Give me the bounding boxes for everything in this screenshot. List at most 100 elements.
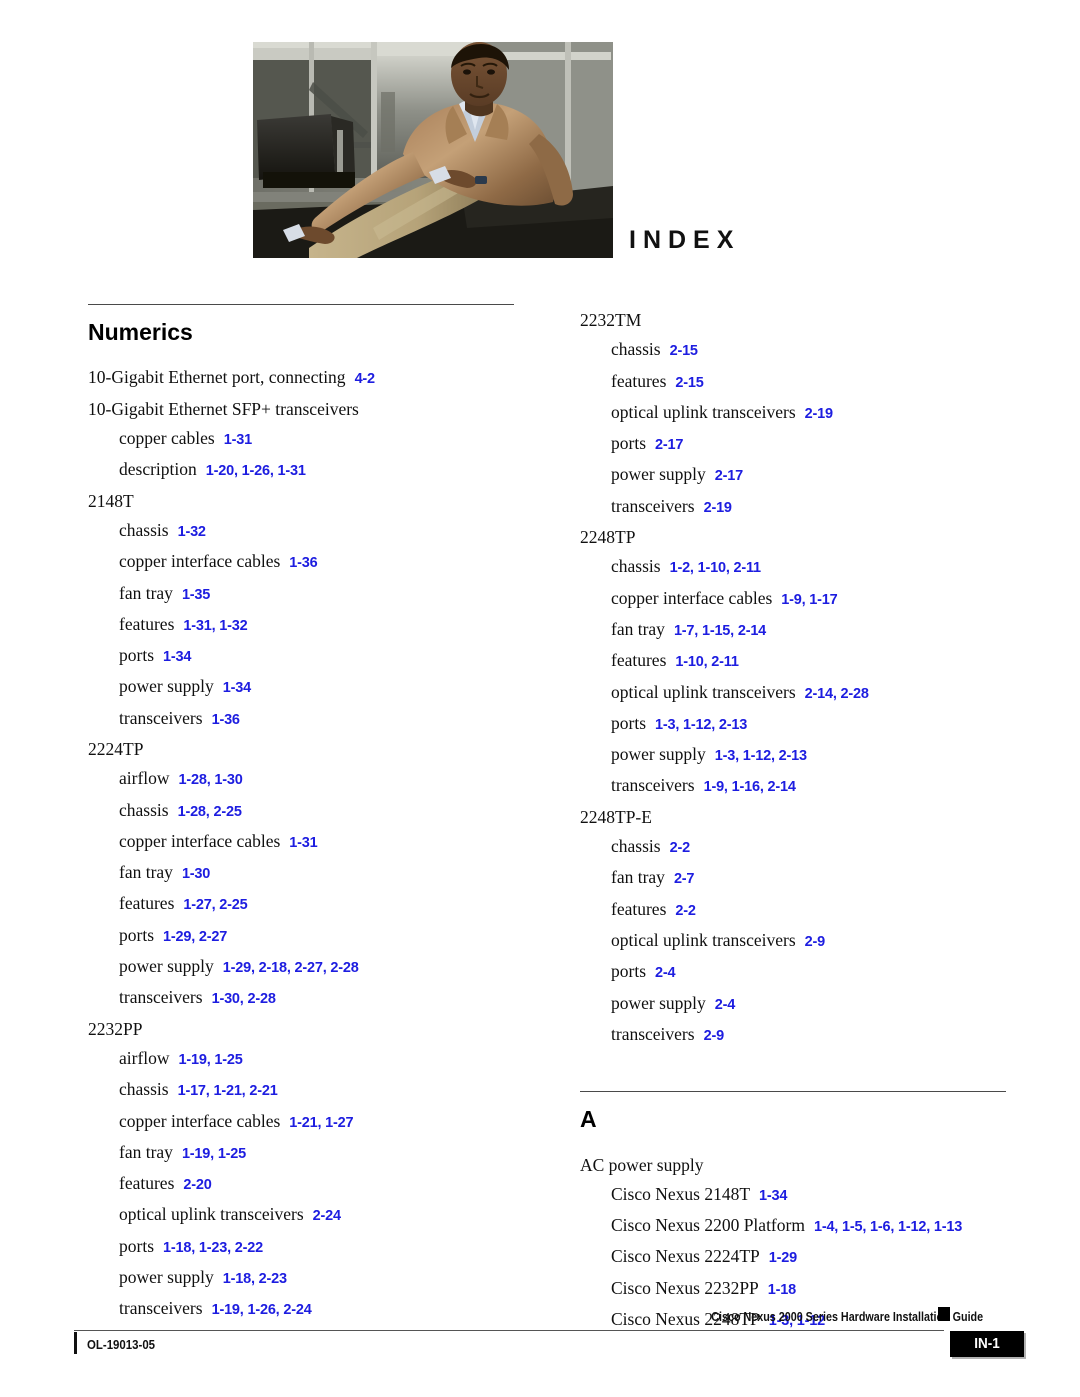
index-entry-page-refs[interactable]: 1-27, 2-25 (183, 897, 247, 913)
index-entry-page-refs[interactable]: 1-36 (212, 712, 240, 728)
index-entry-page-refs[interactable]: 2-4 (715, 997, 736, 1013)
index-entry-term: ports (119, 645, 154, 666)
index-section-numerics-continued: 2232TM chassis 2-15 features 2-15 optical upl… (580, 306, 1013, 1051)
index-entry-term: features (119, 893, 175, 914)
index-entry-page-refs[interactable]: 1-18, 2-23 (223, 1271, 287, 1287)
index-entry-page-refs[interactable]: 2-7 (674, 871, 695, 887)
index-entry-page-refs[interactable]: 2-2 (670, 840, 691, 856)
index-entry-page-refs[interactable]: 1-2, 1-10, 2-11 (670, 560, 762, 576)
index-entry-page-refs[interactable]: 2-20 (183, 1177, 211, 1193)
index-entry: chassis 1-2, 1-10, 2-11 (611, 552, 1013, 583)
index-entry: ports 1-29, 2-27 (119, 921, 521, 952)
index-entry-page-refs[interactable]: 2-15 (675, 375, 703, 391)
index-entry-page-refs[interactable]: 1-28, 2-25 (178, 804, 242, 820)
index-entry: transceivers 1-30, 2-28 (119, 983, 521, 1014)
index-entry: chassis 1-28, 2-25 (119, 796, 521, 827)
index-entry-page-refs[interactable]: 2-17 (655, 437, 683, 453)
section-heading: A (580, 1106, 597, 1133)
index-entry-term: features (611, 898, 667, 919)
index-entry: copper interface cables 1-9, 1-17 (611, 584, 1013, 615)
index-entry-page-refs[interactable]: 2-9 (805, 934, 826, 950)
index-entry-page-refs[interactable]: 1-7, 1-15, 2-14 (674, 623, 766, 639)
index-entry-term: airflow (119, 768, 170, 789)
section-entries: 2232TM chassis 2-15 features 2-15 optical upl… (580, 306, 1013, 1051)
index-entry-page-refs[interactable]: 1-29, 2-18, 2-27, 2-28 (223, 960, 359, 976)
index-entry-term: optical uplink transceivers (119, 1204, 304, 1225)
index-entry-term: 2248TP (580, 527, 636, 548)
index-entry-page-refs[interactable]: 1-19, 1-25 (182, 1146, 246, 1162)
index-entry-term: fan tray (611, 618, 665, 639)
index-entry-page-refs[interactable]: 4-2 (355, 371, 376, 387)
index-entry-term: fan tray (611, 867, 665, 888)
index-entry-term: fan tray (119, 582, 173, 603)
index-entry-page-refs[interactable]: 2-19 (805, 406, 833, 422)
index-entry-page-refs[interactable]: 1-34 (759, 1188, 787, 1204)
index-entry-term: power supply (119, 1267, 214, 1288)
index-entry-page-refs[interactable]: 2-15 (670, 343, 698, 359)
index-entry: transceivers 1-19, 1-26, 2-24 (119, 1294, 521, 1325)
index-entry-term: power supply (119, 956, 214, 977)
section-entries: AC power supply Cisco Nexus 2148T 1-34 Cisc… (580, 1151, 1013, 1337)
index-entry-page-refs[interactable]: 1-18 (768, 1282, 796, 1298)
index-entry-page-refs[interactable]: 1-34 (223, 680, 251, 696)
index-entry-page-refs[interactable]: 1-30 (182, 866, 210, 882)
index-entry: ports 1-3, 1-12, 2-13 (611, 709, 1013, 740)
index-entry-page-refs[interactable]: 1-21, 1-27 (289, 1115, 353, 1131)
index-entry-page-refs[interactable]: 1-31, 1-32 (183, 618, 247, 634)
index-entry: chassis 1-32 (119, 516, 521, 547)
index-entry-page-refs[interactable]: 1-4, 1-5, 1-6, 1-12, 1-13 (814, 1219, 962, 1235)
index-entry: power supply 1-3, 1-12, 2-13 (611, 740, 1013, 771)
footer-document-id: OL-19013-05 (87, 1337, 156, 1352)
index-entry: ports 2-17 (611, 429, 1013, 460)
index-entry: fan tray 1-19, 1-25 (119, 1138, 521, 1169)
index-entry-term: transceivers (119, 987, 203, 1008)
index-entry-page-refs[interactable]: 1-9, 1-16, 2-14 (704, 779, 796, 795)
index-entry-page-refs[interactable]: 1-3, 1-12 (769, 1313, 825, 1329)
footer-left-tick (74, 1332, 77, 1354)
index-entry-page-refs[interactable]: 1-19, 1-26, 2-24 (212, 1302, 312, 1318)
index-entry: fan tray 1-35 (119, 579, 521, 610)
index-entry-term: ports (119, 924, 154, 945)
index-entry: 2248TP (580, 523, 1013, 552)
index-entry-term: copper interface cables (119, 1110, 281, 1131)
index-entry-term: airflow (119, 1047, 170, 1068)
index-entry-page-refs[interactable]: 1-32 (178, 524, 206, 540)
index-entry-page-refs[interactable]: 1-19, 1-25 (179, 1052, 243, 1068)
index-entry-term: 10-Gigabit Ethernet SFP+ transceivers (88, 398, 359, 419)
index-entry-page-refs[interactable]: 2-4 (655, 965, 676, 981)
index-entry: Cisco Nexus 2224TP 1-29 (611, 1242, 1013, 1273)
index-entry-page-refs[interactable]: 1-36 (289, 555, 317, 571)
index-entry-page-refs[interactable]: 2-2 (675, 903, 696, 919)
index-entry-page-refs[interactable]: 2-9 (704, 1028, 725, 1044)
index-entry-page-refs[interactable]: 1-35 (182, 587, 210, 603)
index-entry-page-refs[interactable]: 1-29 (769, 1250, 797, 1266)
index-entry-term: optical uplink transceivers (611, 929, 796, 950)
index-entry-page-refs[interactable]: 1-34 (163, 649, 191, 665)
index-entry-page-refs[interactable]: 1-28, 1-30 (179, 772, 243, 788)
index-entry-page-refs[interactable]: 1-3, 1-12, 2-13 (655, 717, 747, 733)
index-entry-page-refs[interactable]: 1-30, 2-28 (212, 991, 276, 1007)
index-entry-page-refs[interactable]: 2-24 (313, 1208, 341, 1224)
index-entry-page-refs[interactable]: 1-18, 1-23, 2-22 (163, 1240, 263, 1256)
index-entry: fan tray 2-7 (611, 863, 1013, 894)
index-entry-page-refs[interactable]: 1-9, 1-17 (781, 592, 837, 608)
index-entry-term: 10-Gigabit Ethernet port, connecting (88, 367, 346, 388)
index-entry-page-refs[interactable]: 1-10, 2-11 (675, 654, 739, 670)
index-entry-term: features (119, 613, 175, 634)
index-entry: optical uplink transceivers 2-24 (119, 1200, 521, 1231)
index-entry: ports 2-4 (611, 957, 1013, 988)
index-entry-term: fan tray (119, 1141, 173, 1162)
index-entry: chassis 1-17, 1-21, 2-21 (119, 1075, 521, 1106)
index-entry: ports 1-34 (119, 641, 521, 672)
index-entry-page-refs[interactable]: 2-19 (704, 500, 732, 516)
index-entry-page-refs[interactable]: 1-31 (224, 432, 252, 448)
index-entry-page-refs[interactable]: 1-31 (289, 835, 317, 851)
index-entry-term: chassis (611, 836, 661, 857)
index-entry-page-refs[interactable]: 1-29, 2-27 (163, 929, 227, 945)
index-entry-term: 2232TM (580, 310, 642, 330)
index-entry-page-refs[interactable]: 1-17, 1-21, 2-21 (178, 1083, 278, 1099)
index-entry-page-refs[interactable]: 2-14, 2-28 (805, 686, 869, 702)
index-entry-page-refs[interactable]: 1-20, 1-26, 1-31 (206, 463, 306, 479)
index-entry-page-refs[interactable]: 2-17 (715, 468, 743, 484)
index-entry-page-refs[interactable]: 1-3, 1-12, 2-13 (715, 748, 807, 764)
